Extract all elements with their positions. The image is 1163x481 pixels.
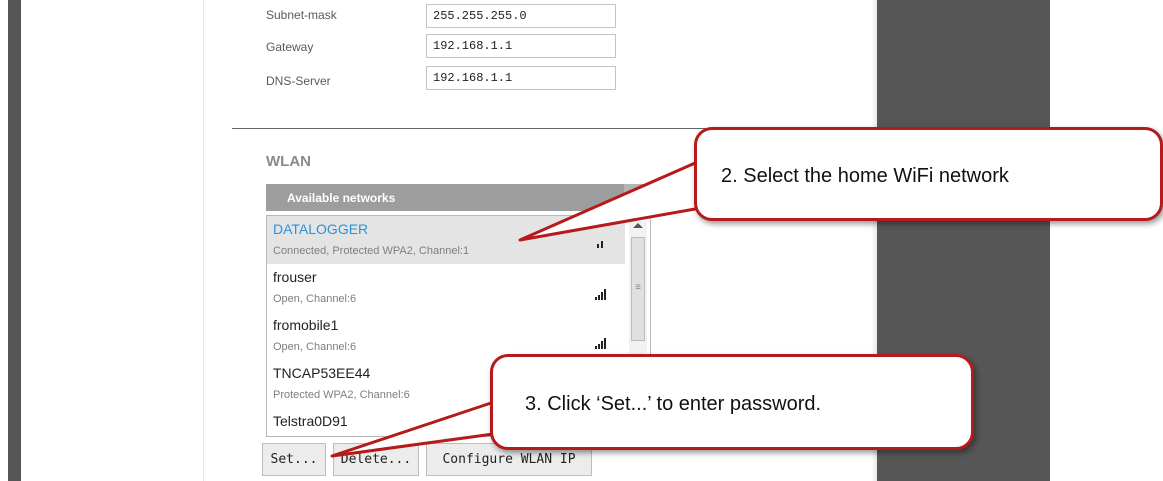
callout-step2: 2. Select the home WiFi network (694, 127, 1163, 221)
callout-pointer-step3 (330, 398, 510, 458)
callout-step3: 3. Click ‘Set...’ to enter password. (490, 354, 974, 450)
callout-step3-text: 3. Click ‘Set...’ to enter password. (525, 393, 822, 415)
callout-step2-text: 2. Select the home WiFi network (721, 165, 1009, 187)
callout-pointer-step2 (518, 158, 714, 242)
